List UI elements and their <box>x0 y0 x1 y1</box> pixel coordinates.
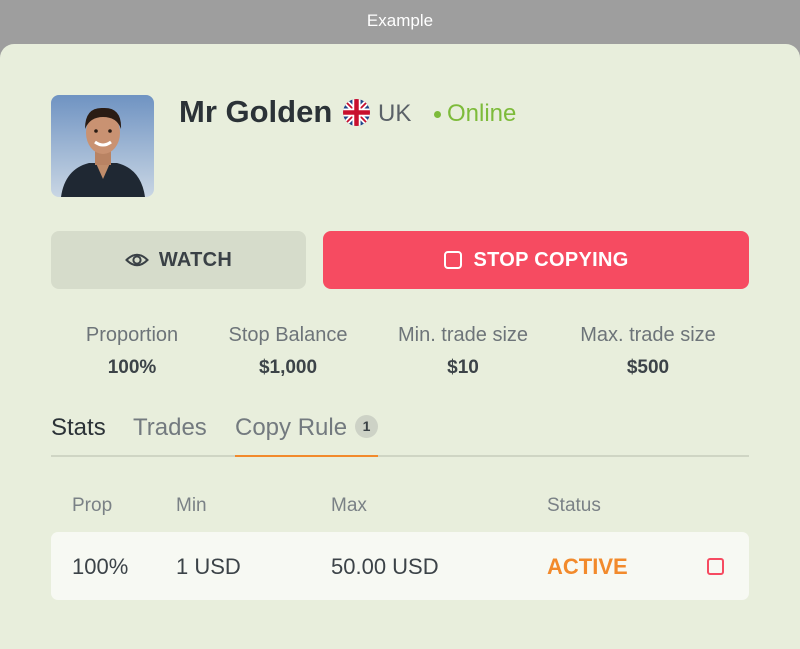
column-header-min: Min <box>176 495 207 516</box>
stop-copying-button[interactable]: STOP COPYING <box>323 231 749 289</box>
column-header-status: Status <box>547 495 601 516</box>
online-status: Online <box>434 100 516 128</box>
stat-value: $10 <box>447 357 479 378</box>
status-badge: ACTIVE <box>547 554 628 579</box>
stop-copying-label: STOP COPYING <box>473 248 629 271</box>
window-title: Example <box>0 0 800 44</box>
tab-label: Stats <box>51 414 106 441</box>
stat-min-trade-size: Min. trade size $10 <box>388 324 538 379</box>
stat-max-trade-size: Max. trade size $500 <box>568 324 728 379</box>
tab-label: Trades <box>133 414 207 441</box>
avatar <box>51 95 154 197</box>
stat-value: 100% <box>107 357 157 378</box>
stat-label: Proportion <box>85 324 179 346</box>
trader-card: Mr Golden UK Online WATCH STOP COPYING P… <box>0 44 800 649</box>
watch-button-label: WATCH <box>158 248 233 271</box>
online-dot-icon <box>434 110 441 118</box>
stop-rule-checkbox[interactable] <box>707 558 724 575</box>
stat-label: Max. trade size <box>580 324 716 346</box>
watch-button[interactable]: WATCH <box>51 231 306 289</box>
eye-icon <box>124 253 149 267</box>
tab-copy-rule[interactable]: Copy Rule 1 <box>235 414 379 457</box>
stat-label: Min. trade size <box>397 324 529 346</box>
country-code: UK <box>378 100 412 127</box>
cell-prop: 100% <box>72 554 129 579</box>
cell-max: 50.00 USD <box>331 554 439 579</box>
column-header-prop: Prop <box>72 495 113 516</box>
online-status-label: Online <box>447 100 517 127</box>
count-badge: 1 <box>355 415 379 438</box>
stat-value: $500 <box>626 357 670 378</box>
table-row: 100% 1 USD 50.00 USD ACTIVE <box>51 532 749 600</box>
square-icon <box>444 251 463 269</box>
column-header-max: Max <box>331 495 367 516</box>
stat-proportion: Proportion 100% <box>72 324 192 379</box>
stat-label: Stop Balance <box>228 324 348 346</box>
uk-flag-icon <box>343 99 370 126</box>
tab-bar: Stats Trades Copy Rule 1 <box>51 414 749 457</box>
cell-min: 1 USD <box>176 554 241 579</box>
tab-stats[interactable]: Stats <box>51 414 106 457</box>
trader-name: Mr Golden <box>179 94 333 129</box>
stat-stop-balance: Stop Balance $1,000 <box>218 324 358 379</box>
tab-trades[interactable]: Trades <box>133 414 207 457</box>
tab-label: Copy Rule <box>235 414 348 441</box>
stat-value: $1,000 <box>258 357 318 378</box>
